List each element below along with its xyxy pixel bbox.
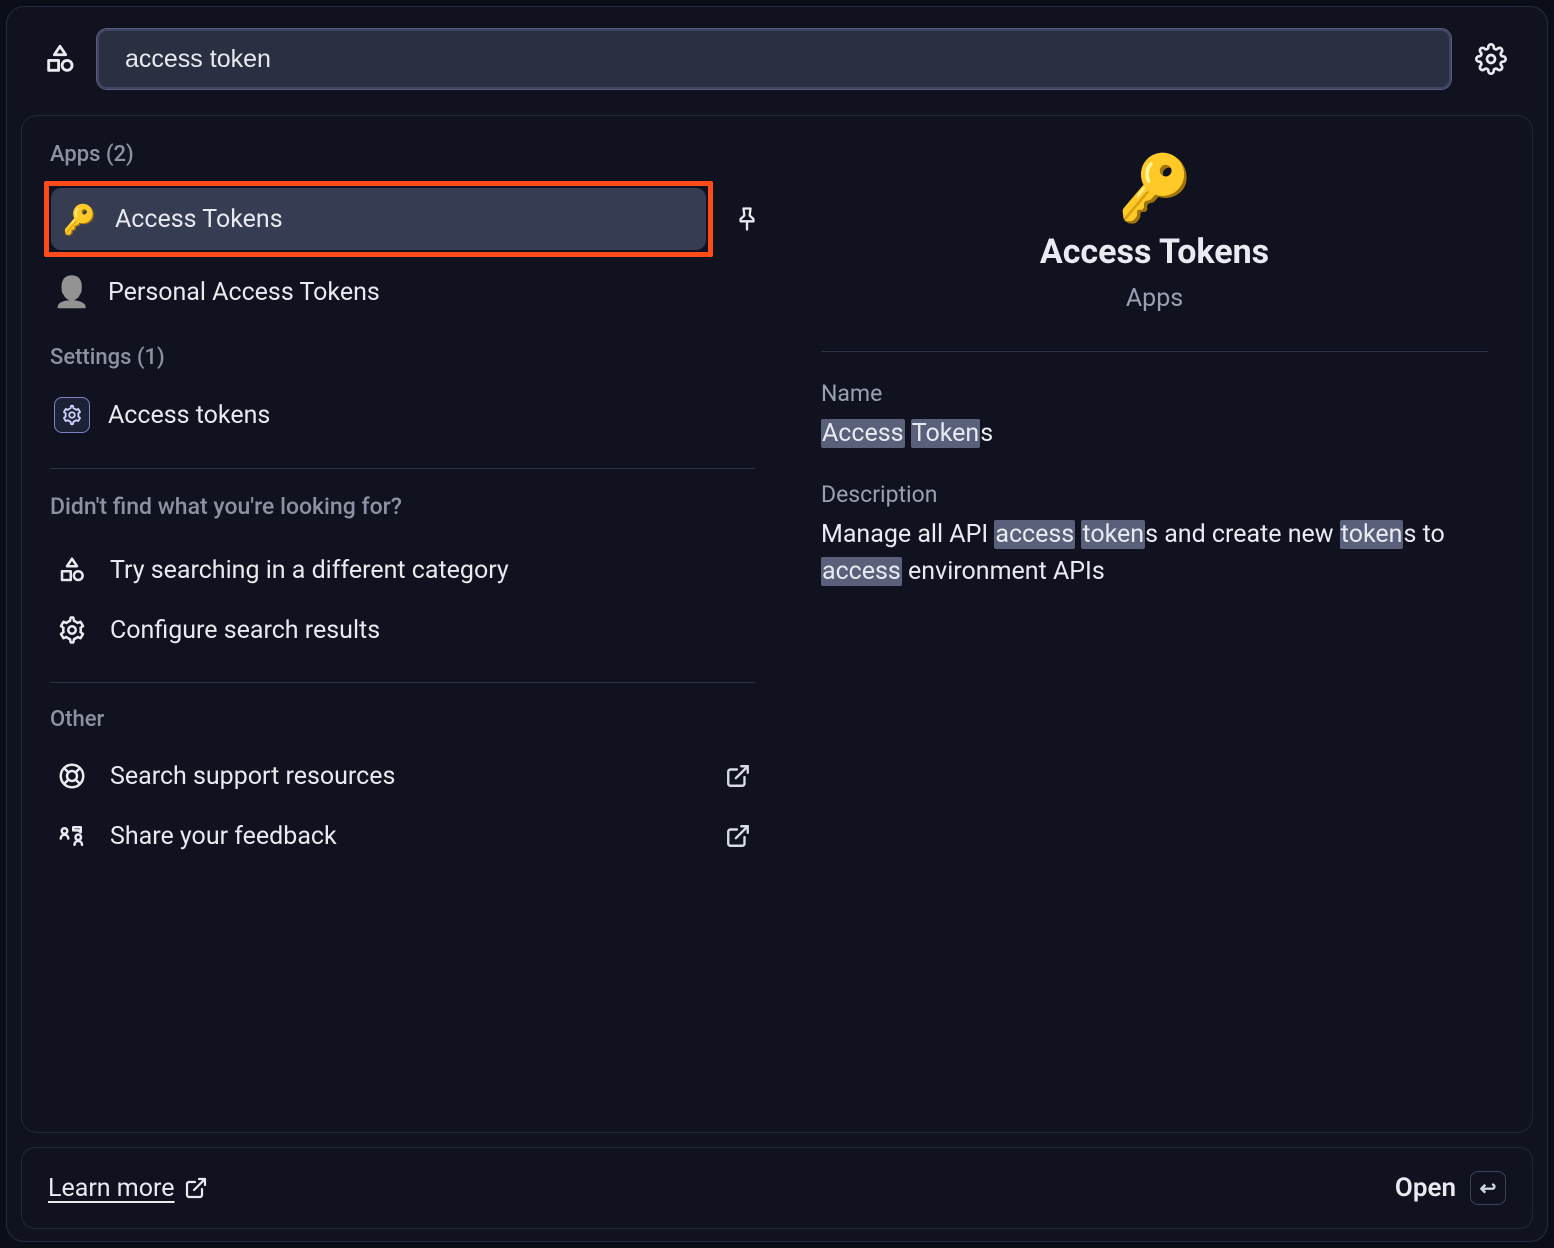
result-personal-access-tokens[interactable]: 👤 Personal Access Tokens [44,261,761,323]
feedback-icon [54,821,90,851]
key-icon: 🔑 [61,205,97,233]
shapes-icon [54,555,90,585]
learn-more-link[interactable]: Learn more [48,1174,208,1203]
selection-highlight: 🔑 Access Tokens [44,181,713,257]
detail-hero: 🔑 Access Tokens Apps [821,158,1488,313]
result-access-tokens[interactable]: 🔑 Access Tokens [51,188,706,250]
highlight: token [1081,520,1145,549]
selected-result-wrap: 🔑 Access Tokens [44,181,713,257]
divider [50,682,755,683]
field-description-label: Description [821,481,1488,508]
detail-subtitle: Apps [1126,284,1183,313]
pin-button[interactable] [733,205,761,233]
other-group-label: Other [50,707,761,732]
person-icon: 👤 [54,275,90,310]
settings-badge-icon [54,397,90,433]
results-column: Apps (2) 🔑 Access Tokens [22,116,777,1132]
external-link-icon [184,1176,208,1200]
highlight: Access [821,419,905,448]
shapes-icon [43,42,77,76]
field-name-label: Name [821,380,1488,407]
gear-icon [54,615,90,645]
highlight: access [821,557,902,586]
highlight: access [994,520,1075,549]
result-settings-access-tokens[interactable]: Access tokens [44,384,761,446]
header-bar [7,7,1547,111]
action-search-support[interactable]: Search support resources [44,746,761,806]
result-label: Access tokens [108,401,745,430]
action-configure-search[interactable]: Configure search results [44,600,761,660]
action-share-feedback[interactable]: Share your feedback [44,806,761,866]
command-palette-panel: Apps (2) 🔑 Access Tokens [6,6,1548,1242]
enter-key-icon: ↩ [1470,1171,1506,1205]
settings-group-label: Settings (1) [50,345,761,370]
divider [50,468,755,469]
footer-bar: Learn more Open ↩ [21,1147,1533,1229]
divider [821,351,1488,352]
body-area: Apps (2) 🔑 Access Tokens [21,115,1533,1133]
lifebuoy-icon [54,761,90,791]
learn-more-label: Learn more [48,1174,174,1203]
action-try-category[interactable]: Try searching in a different category [44,540,761,600]
open-button[interactable]: Open ↩ [1395,1171,1506,1205]
detail-column: 🔑 Access Tokens Apps Name Access Tokens … [777,116,1532,1132]
highlight: token [1340,520,1404,549]
result-label: Personal Access Tokens [108,278,745,307]
detail-title: Access Tokens [1040,232,1269,272]
search-wrapper [97,29,1451,89]
field-name-value: Access Tokens [821,415,1488,453]
key-icon: 🔑 [1113,155,1195,223]
apps-group-label: Apps (2) [50,142,761,167]
action-label: Configure search results [110,616,751,645]
external-link-icon [725,823,751,849]
action-label: Search support resources [110,762,705,791]
gear-icon [1475,43,1507,75]
external-link-icon [725,763,751,789]
action-label: Share your feedback [110,822,705,851]
not-found-hint: Didn't find what you're looking for? [50,493,761,520]
pin-icon [733,205,761,233]
action-label: Try searching in a different category [110,556,751,585]
field-description-value: Manage all API access tokens and create … [821,516,1488,591]
open-label: Open [1395,1173,1456,1203]
search-input[interactable] [97,29,1451,89]
highlight: Token [911,419,980,448]
settings-button[interactable] [1471,39,1511,79]
result-label: Access Tokens [115,205,690,234]
